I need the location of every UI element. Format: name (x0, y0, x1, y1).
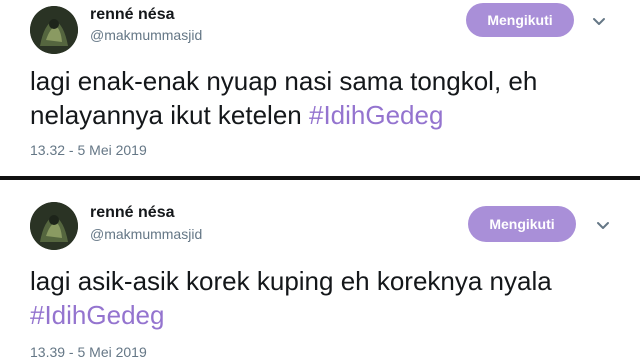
tweet-text: lagi asik-asik korek kuping eh koreknya … (30, 264, 620, 332)
tweet-text: lagi enak-enak nyuap nasi sama tongkol, … (30, 64, 620, 132)
avatar[interactable] (30, 6, 78, 54)
display-name[interactable]: renné nésa (90, 204, 174, 222)
hashtag-link[interactable]: #IdihGedeg (30, 300, 164, 330)
user-handle[interactable]: @makmummasjid (90, 226, 202, 242)
following-button[interactable]: Mengikuti (466, 3, 574, 37)
avatar[interactable] (30, 202, 78, 250)
chevron-down-icon[interactable] (590, 12, 608, 30)
user-handle[interactable]: @makmummasjid (90, 27, 202, 43)
following-button[interactable]: Mengikuti (468, 206, 576, 242)
tweet-body: lagi enak-enak nyuap nasi sama tongkol, … (30, 66, 538, 130)
hashtag-link[interactable]: #IdihGedeg (309, 100, 443, 130)
tweet-timestamp[interactable]: 13.32 - 5 Mei 2019 (30, 142, 147, 158)
tweet-body: lagi asik-asik korek kuping eh koreknya … (30, 266, 552, 296)
tweet-card: renné nésa @makmummasjid Mengikuti lagi … (0, 0, 640, 176)
display-name[interactable]: renné nésa (90, 6, 174, 24)
tweet-timestamp[interactable]: 13.39 - 5 Mei 2019 (30, 344, 147, 360)
chevron-down-icon[interactable] (594, 216, 612, 234)
tweet-card: renné nésa @makmummasjid Mengikuti lagi … (0, 180, 640, 360)
avatar-image (30, 6, 78, 54)
avatar-image (30, 202, 78, 250)
